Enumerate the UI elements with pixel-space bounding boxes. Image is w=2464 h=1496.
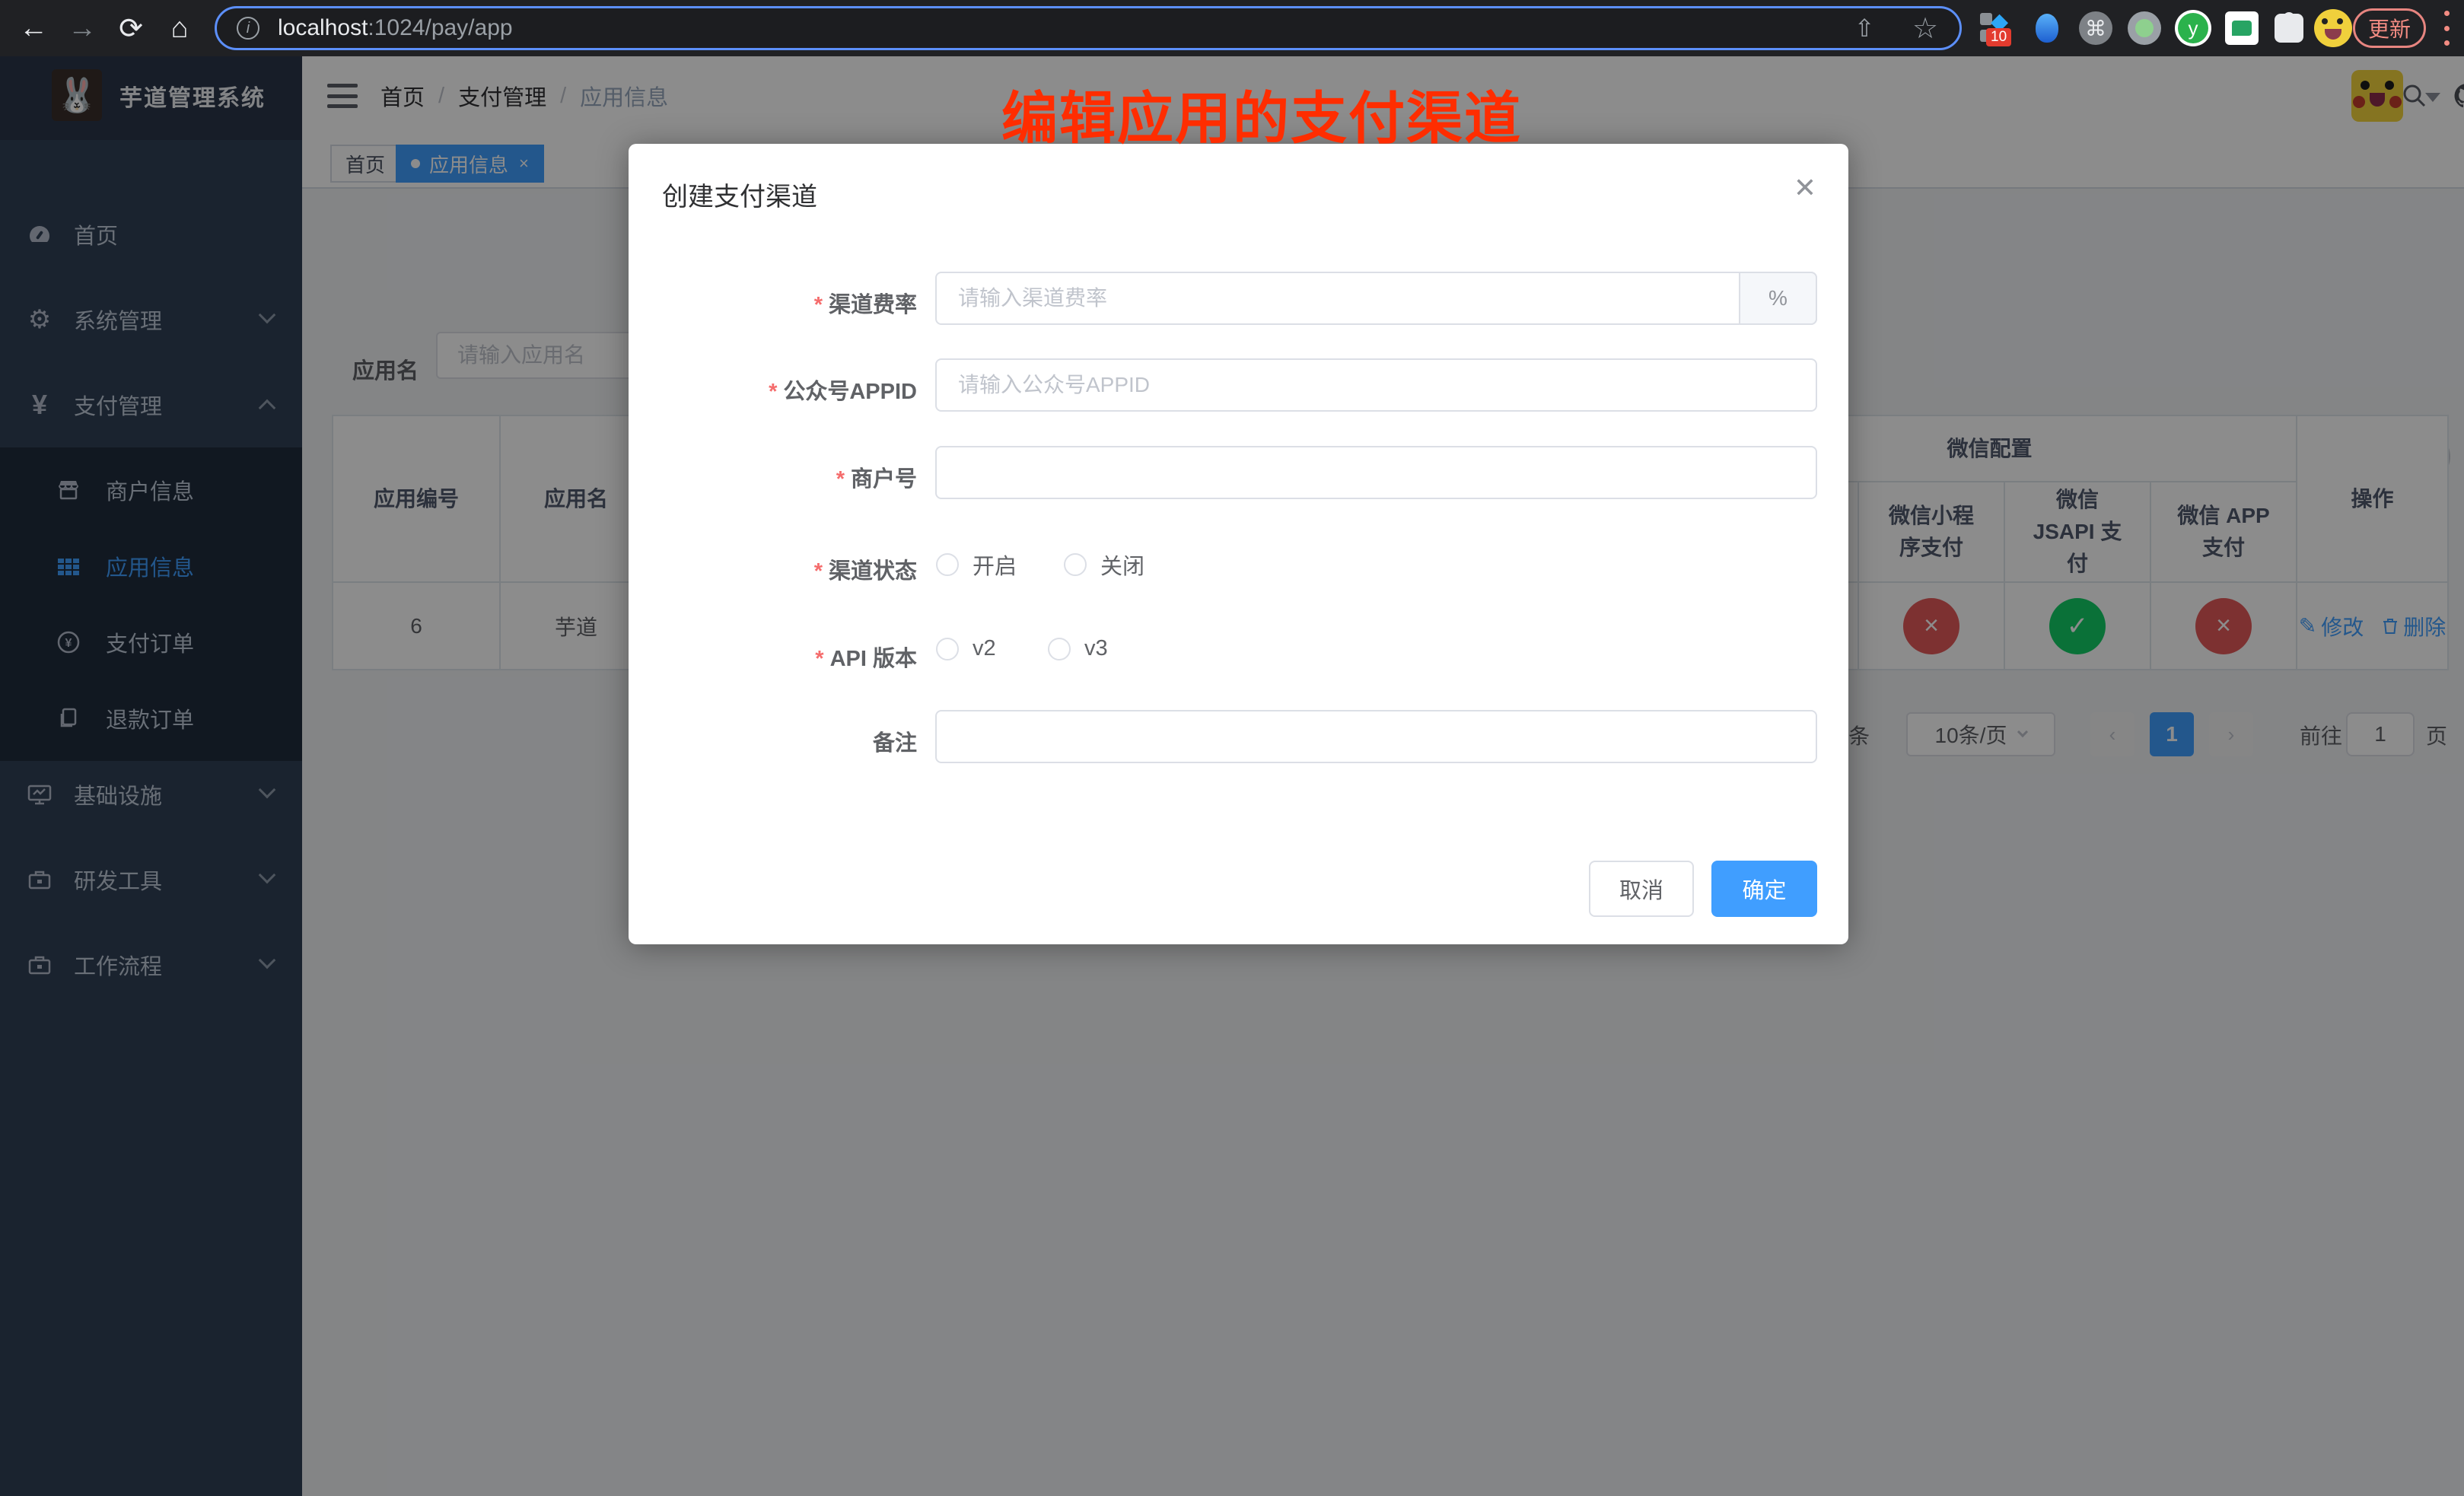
dialog-close-icon[interactable]: ✕ — [1794, 174, 1816, 202]
radio-status-closed[interactable]: 关闭 — [1064, 549, 1144, 581]
bookmark-star-icon[interactable]: ☆ — [1902, 0, 1948, 56]
extension-y-icon[interactable]: y — [2172, 0, 2214, 56]
radio-status-open[interactable]: 开启 — [936, 549, 1017, 581]
remark-input[interactable] — [935, 710, 1817, 763]
extension-balloon-icon[interactable] — [2026, 0, 2068, 56]
extensions-puzzle-icon[interactable] — [2268, 0, 2310, 56]
create-channel-dialog: 创建支付渠道 ✕ *渠道费率 % *公众号APPID *商户号 *渠道状态 开启… — [629, 144, 1848, 944]
extension-pin-icon[interactable]: ◆ 10 — [1975, 0, 2018, 56]
browser-forward-icon[interactable]: → — [65, 0, 99, 56]
extension-command-icon[interactable]: ⌘ — [2074, 0, 2117, 56]
annotation-text: 编辑应用的支付渠道 — [1001, 73, 1522, 154]
site-info-icon[interactable]: i — [237, 17, 259, 40]
screen: ← → ⟳ ⌂ i localhost:1024/pay/app ⇧ ☆ ◆ 1… — [0, 0, 2464, 1496]
browser-reload-icon[interactable]: ⟳ — [114, 0, 148, 56]
radio-api-v3[interactable]: v3 — [1048, 636, 1108, 661]
api-version-label: *API 版本 — [629, 641, 917, 673]
remark-label: 备注 — [629, 725, 917, 757]
radio-circle-icon — [1064, 553, 1087, 576]
channel-status-label: *渠道状态 — [629, 553, 917, 585]
browser-home-icon[interactable]: ⌂ — [163, 0, 196, 56]
extension-dot-icon[interactable] — [2123, 0, 2166, 56]
url-text: localhost:1024/pay/app — [278, 15, 513, 41]
share-icon[interactable]: ⇧ — [1842, 0, 1887, 56]
url-bar[interactable]: i localhost:1024/pay/app — [215, 6, 1962, 50]
radio-circle-icon — [936, 638, 959, 660]
dialog-title: 创建支付渠道 — [662, 176, 817, 213]
cancel-button[interactable]: 取消 — [1589, 861, 1694, 917]
radio-api-v2[interactable]: v2 — [936, 636, 996, 661]
confirm-button[interactable]: 确定 — [1711, 861, 1817, 917]
radio-circle-icon — [936, 553, 959, 576]
appid-input[interactable] — [935, 358, 1817, 412]
browser-toolbar: ← → ⟳ ⌂ i localhost:1024/pay/app ⇧ ☆ ◆ 1… — [0, 0, 2464, 56]
merchant-label: *商户号 — [629, 461, 917, 493]
fee-rate-label: *渠道费率 — [629, 287, 917, 319]
chrome-menu-icon[interactable] — [2444, 11, 2450, 46]
chrome-update-button[interactable]: 更新 — [2353, 8, 2426, 48]
merchant-input[interactable] — [935, 446, 1817, 499]
fee-rate-input[interactable] — [935, 272, 1817, 325]
appid-label: *公众号APPID — [629, 374, 917, 406]
radio-circle-icon — [1048, 638, 1071, 660]
browser-profile-avatar[interactable] — [2312, 0, 2354, 56]
browser-back-icon[interactable]: ← — [17, 0, 50, 56]
fee-rate-suffix: % — [1739, 272, 1817, 325]
extension-chat-icon[interactable] — [2220, 0, 2263, 56]
